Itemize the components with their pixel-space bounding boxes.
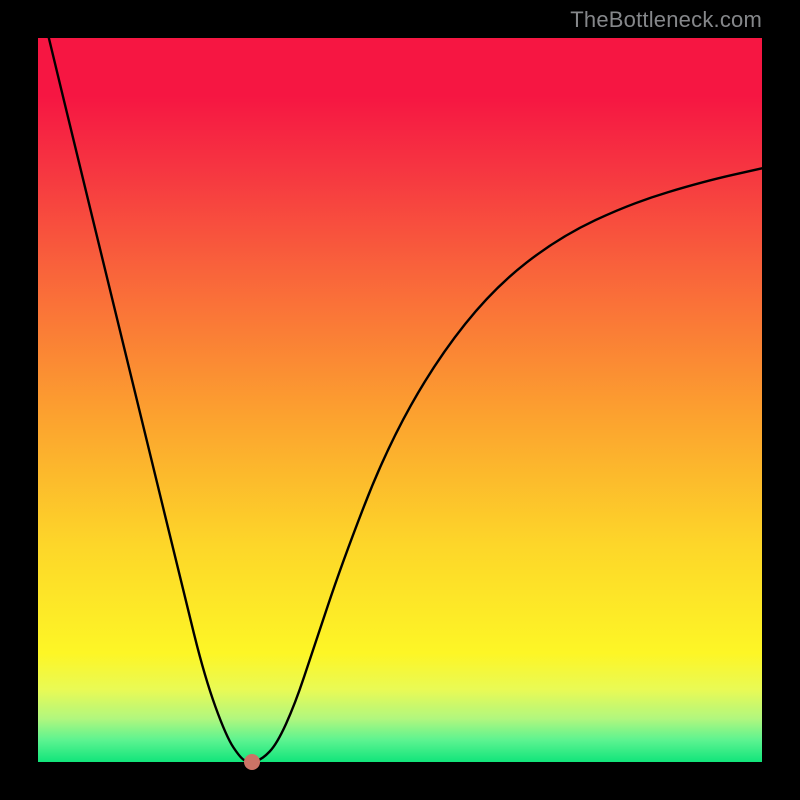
plot-area [38,38,762,762]
bottleneck-curve [38,38,762,762]
curve-path [49,38,762,762]
watermark-text: TheBottleneck.com [570,7,762,33]
chart-frame: TheBottleneck.com [0,0,800,800]
optimal-point-marker [244,754,260,770]
